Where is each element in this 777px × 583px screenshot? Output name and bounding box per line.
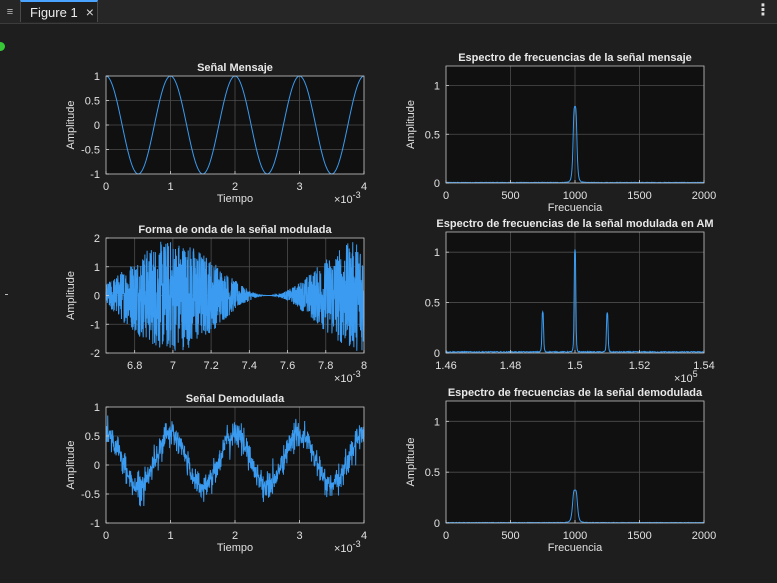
x-exponent-power: -3 (353, 190, 361, 200)
x-tick-label: 3 (296, 530, 302, 542)
x-exponent-label: ×10-3 (334, 539, 361, 555)
x-tick-label: 500 (501, 190, 519, 202)
chart-title: Espectro de frecuencias de la señal mens… (458, 52, 692, 64)
y-tick-label: 0.5 (85, 96, 100, 108)
x-tick-label: 7.8 (318, 360, 333, 372)
chart-title: Espectro de frecuencias de la señal modu… (436, 218, 713, 230)
y-tick-label: 0.5 (425, 467, 440, 479)
y-tick-label: 0 (434, 348, 440, 360)
figure-plots: 0 1 2 3 4 -1 -0.5 0 0.5 1 Señal Mensaje Tiempo Ampli… (65, 52, 716, 555)
y-axis-label: Amplitude (405, 438, 417, 487)
x-tick-label: 1000 (563, 530, 587, 542)
x-exponent-power: -3 (353, 369, 361, 379)
y-tick-label: 0 (94, 460, 100, 472)
y-tick-label: 1 (434, 247, 440, 259)
x-tick-label: 0 (443, 190, 449, 202)
y-tick-label: -0.5 (81, 145, 100, 157)
x-tick-label: 1.46 (435, 360, 456, 372)
x-tick-label: 500 (501, 530, 519, 542)
x-tick-label: 0 (443, 530, 449, 542)
y-axis-label: Amplitude (65, 441, 77, 490)
tab-label: Figure 1 (30, 4, 78, 20)
plot-modulada[interactable]: 6.8 7 7.2 7.4 7.6 7.8 8 -2 -1 0 1 2 Forma de onda de… (65, 224, 367, 385)
chart-title: Forma de onda de la señal modulada (138, 224, 332, 236)
y-tick-label: 2 (94, 233, 100, 245)
y-tick-label: 0 (434, 178, 440, 190)
chart-title: Espectro de frecuencias de la señal demo… (448, 387, 703, 399)
x-tick-label: 2000 (692, 530, 716, 542)
x-tick-label: 2000 (692, 190, 716, 202)
plot-espectro_modulada[interactable]: 1.46 1.48 1.5 1.52 1.5400.51Espectro de frec… (425, 218, 715, 385)
figure-tab-bar: ≡ Figure 1 × ⋮ (0, 0, 777, 24)
x-axis-label: Tiempo (217, 193, 253, 205)
x-tick-label: 2 (232, 530, 238, 542)
x-exponent-power: -3 (353, 539, 361, 549)
more-options-icon[interactable]: ⋮ (755, 2, 771, 20)
x-tick-label: 0 (103, 530, 109, 542)
y-tick-label: 1 (94, 402, 100, 414)
y-tick-label: 0 (94, 120, 100, 132)
x-tick-label: 0 (103, 181, 109, 193)
x-tick-label: 4 (361, 181, 367, 193)
y-tick-label: -1 (90, 518, 100, 530)
y-tick-label: -1 (90, 319, 100, 331)
tab-figure-1[interactable]: Figure 1 × (20, 0, 98, 22)
x-tick-label: 7 (170, 360, 176, 372)
y-tick-label: 0.5 (425, 298, 440, 310)
plot-espectro_demodulada[interactable]: 0 500 1000 1500 2000 0 0.5 1 Espectro de frecuen… (405, 387, 716, 554)
y-tick-label: -0.5 (81, 489, 100, 501)
y-tick-label: 0 (94, 291, 100, 303)
x-tick-label: 1 (167, 181, 173, 193)
y-tick-label: 0.5 (425, 129, 440, 141)
x-tick-label: 1500 (627, 190, 651, 202)
x-tick-label: 8 (361, 360, 367, 372)
figure-canvas: 0 1 2 3 4 -1 -0.5 0 0.5 1 Señal Mensaje Tiempo Ampli… (0, 24, 777, 583)
x-exponent-label: ×105 (674, 369, 698, 385)
panel-grip-icon[interactable]: ≡ (0, 0, 20, 23)
y-tick-label: 1 (94, 71, 100, 83)
x-tick-label: 3 (296, 181, 302, 193)
x-axis-label: Frecuencia (548, 202, 603, 214)
x-tick-label: 1000 (563, 190, 587, 202)
x-tick-label: 1.48 (500, 360, 521, 372)
y-tick-label: 1 (434, 416, 440, 428)
x-tick-label: 1.5 (567, 360, 582, 372)
x-axis-label: Tiempo (217, 542, 253, 554)
plot-demodulada[interactable]: 0 1 2 3 4 -1 -0.5 0 0.5 1 Señal Demodulada Tiempo Am… (65, 393, 367, 555)
x-tick-label: 1 (167, 530, 173, 542)
y-axis-label: Amplitude (65, 271, 77, 320)
x-axis-label: Frecuencia (548, 542, 603, 554)
x-exponent-label: ×10-3 (334, 190, 361, 206)
y-tick-label: -1 (90, 169, 100, 181)
x-tick-label: 4 (361, 530, 367, 542)
x-exponent-power: 5 (693, 369, 698, 379)
x-tick-label: 7.6 (280, 360, 295, 372)
y-tick-label: 1 (434, 81, 440, 93)
close-icon[interactable]: × (86, 5, 94, 19)
x-tick-label: 2 (232, 181, 238, 193)
x-tick-label: 7.4 (242, 360, 257, 372)
plot-espectro_mensaje[interactable]: 0 500 1000 1500 2000 0 0.5 1 Espectro de frecuen… (405, 52, 716, 214)
chart-title: Señal Mensaje (197, 62, 273, 74)
y-axis-label: Amplitude (65, 101, 77, 150)
y-tick-label: 0.5 (85, 431, 100, 443)
y-axis-label: Amplitude (405, 100, 417, 149)
plot-mensaje[interactable]: 0 1 2 3 4 -1 -0.5 0 0.5 1 Señal Mensaje Tiempo Ampli… (65, 62, 367, 206)
x-tick-label: 6.8 (127, 360, 142, 372)
x-tick-label: 7.2 (203, 360, 218, 372)
y-tick-label: -2 (90, 348, 100, 360)
x-tick-label: 1500 (627, 530, 651, 542)
y-tick-label: 1 (94, 262, 100, 274)
x-tick-label: 1.52 (629, 360, 650, 372)
x-exponent-label: ×10-3 (334, 369, 361, 385)
chart-title: Señal Demodulada (186, 393, 285, 405)
y-tick-label: 0 (434, 518, 440, 530)
